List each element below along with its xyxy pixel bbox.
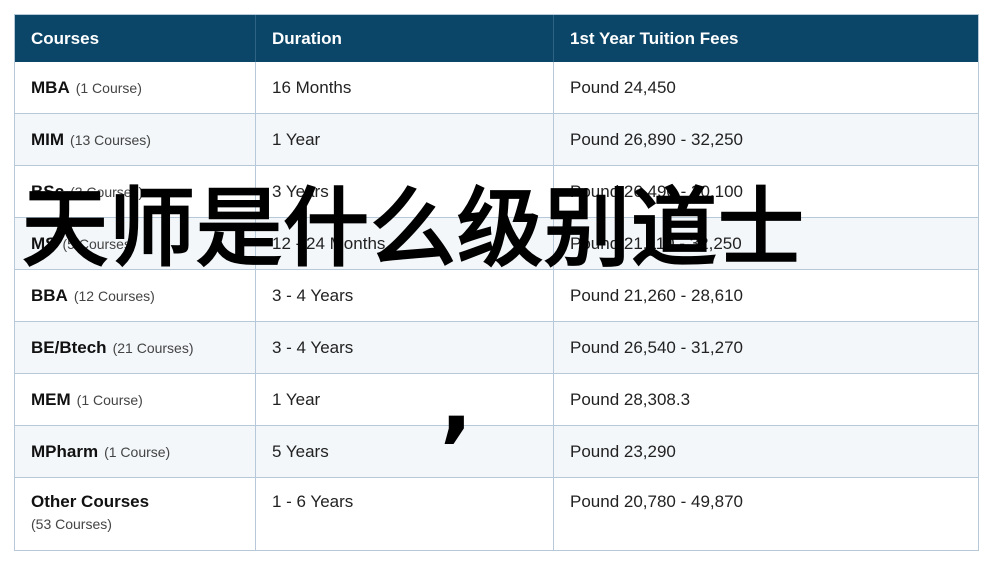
course-name: MIM xyxy=(31,129,65,149)
fees-cell: Pound 20,780 - 49,870 xyxy=(570,492,743,511)
table-row: BE/Btech (21 Courses) 3 - 4 Years Pound … xyxy=(15,322,978,374)
duration-cell: 3 - 4 Years xyxy=(256,322,554,373)
course-name: MPharm xyxy=(31,441,99,461)
fees-cell: Pound 26,890 - 32,250 xyxy=(570,129,743,149)
course-cell: MBA (1 Course) xyxy=(15,62,256,113)
course-cell: BE/Btech (21 Courses) xyxy=(15,322,256,373)
table-row: MBA (1 Course) 16 Months Pound 24,450 xyxy=(15,62,978,114)
course-name: Other Courses xyxy=(31,492,150,511)
duration-cell: 16 Months xyxy=(256,62,554,113)
header-duration: Duration xyxy=(256,15,554,62)
table-row: MPharm (1 Course) 5 Years Pound 23,290 xyxy=(15,426,978,478)
course-name: MBA xyxy=(31,77,70,97)
duration-cell: 5 Years xyxy=(256,426,554,477)
course-count: (13 Courses) xyxy=(70,131,151,148)
fees-cell: Pound 26,540 - 31,270 xyxy=(570,337,743,357)
course-count: (1 Course) xyxy=(104,443,171,460)
duration-cell: 1 Year xyxy=(256,374,554,425)
table-row: MEM (1 Course) 1 Year Pound 28,308.3 xyxy=(15,374,978,426)
course-cell: Other Courses (53 Courses) xyxy=(15,478,256,550)
overlay-title: 天师是什么级别道士 xyxy=(22,179,805,279)
table-row: Other Courses (53 Courses) 1 - 6 Years P… xyxy=(15,478,978,550)
course-count: (53 Courses) xyxy=(31,516,112,532)
duration-cell: 1 - 6 Years xyxy=(256,478,554,550)
course-name: BBA xyxy=(31,285,68,305)
fees-cell: Pound 23,290 xyxy=(570,441,676,461)
course-name: BE/Btech xyxy=(31,337,107,357)
table-row: MIM (13 Courses) 1 Year Pound 26,890 - 3… xyxy=(15,114,978,166)
course-cell: MEM (1 Course) xyxy=(15,374,256,425)
overlay-comma: , xyxy=(440,353,473,453)
header-courses: Courses xyxy=(15,15,256,62)
table-header-row: Courses Duration 1st Year Tuition Fees xyxy=(15,15,978,62)
course-count: (21 Courses) xyxy=(112,339,194,356)
course-cell: MIM (13 Courses) xyxy=(15,114,256,165)
course-name: MEM xyxy=(31,389,71,409)
fees-cell: Pound 24,450 xyxy=(570,77,676,97)
tuition-table: Courses Duration 1st Year Tuition Fees M… xyxy=(14,14,979,551)
duration-cell: 1 Year xyxy=(256,114,554,165)
fees-cell: Pound 28,308.3 xyxy=(570,389,691,409)
course-count: (12 Courses) xyxy=(73,287,155,304)
course-count: (1 Course) xyxy=(76,391,143,408)
course-cell: MPharm (1 Course) xyxy=(15,426,256,477)
course-count: (1 Course) xyxy=(75,79,142,96)
header-fees: 1st Year Tuition Fees xyxy=(570,28,739,48)
